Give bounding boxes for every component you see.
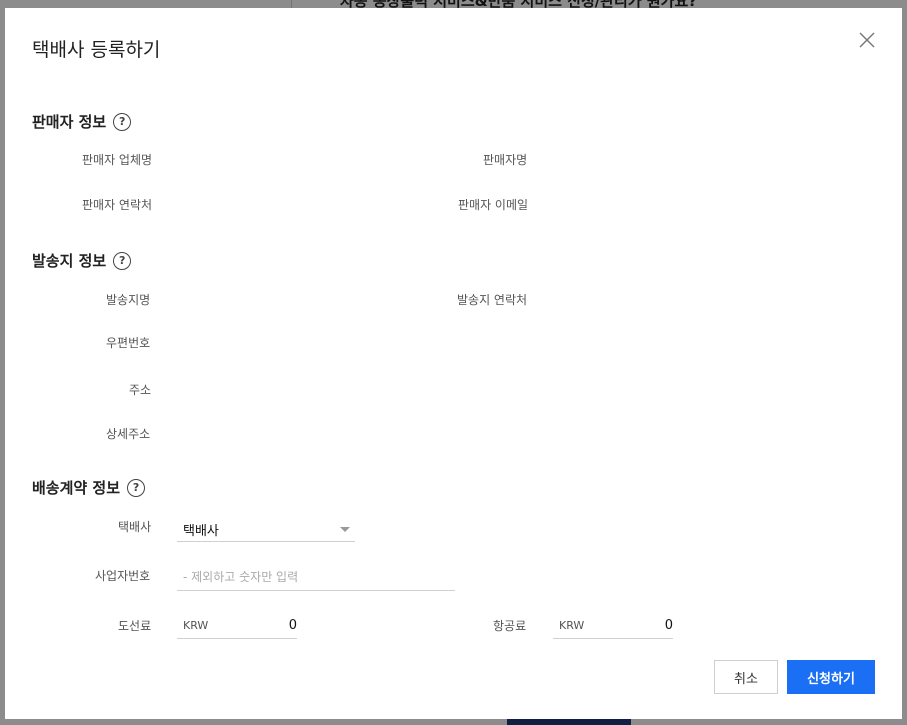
- help-icon[interactable]: ?: [127, 478, 146, 497]
- contract-section-label: 배송계약 정보: [32, 479, 121, 497]
- sender-section-title: 발송지 정보 ?: [32, 250, 132, 271]
- close-button[interactable]: [857, 30, 877, 50]
- submit-button[interactable]: 신청하기: [787, 660, 875, 694]
- label-seller-name: 판매자명: [483, 153, 528, 167]
- island-fee-input[interactable]: [227, 615, 297, 635]
- seller-section-label: 판매자 정보: [32, 113, 107, 131]
- label-business-number: 사업자번호: [95, 569, 151, 583]
- label-address: 주소: [129, 383, 152, 397]
- air-fee-input[interactable]: [603, 615, 673, 635]
- contract-section-title: 배송계약 정보 ?: [32, 477, 146, 498]
- help-icon[interactable]: ?: [113, 112, 132, 131]
- label-postal-code: 우편번호: [106, 336, 151, 350]
- air-fee-field[interactable]: KRW: [553, 611, 673, 639]
- courier-select-value: 택배사: [183, 524, 219, 539]
- label-detail-address: 상세주소: [106, 427, 151, 441]
- island-fee-unit: KRW: [183, 619, 209, 632]
- label-island-fee: 도선료: [118, 619, 152, 633]
- seller-section-title: 판매자 정보 ?: [32, 111, 132, 132]
- label-location-contact: 발송지 연락처: [457, 293, 528, 307]
- label-location-name: 발송지명: [106, 293, 151, 307]
- cancel-button[interactable]: 취소: [714, 660, 778, 694]
- chevron-down-icon: [340, 527, 350, 532]
- label-air-fee: 항공료: [493, 619, 527, 633]
- sender-section-label: 발송지 정보: [32, 252, 107, 270]
- register-courier-modal: 택배사 등록하기 판매자 정보 ? 판매자 업체명 판매자명 판매자 연락처 판…: [5, 8, 902, 719]
- label-seller-email: 판매자 이메일: [458, 198, 529, 212]
- label-company-name: 판매자 업체명: [82, 153, 153, 167]
- close-icon: [859, 32, 875, 48]
- island-fee-field[interactable]: KRW: [177, 611, 297, 639]
- label-courier: 택배사: [118, 520, 152, 534]
- business-number-input[interactable]: [177, 563, 455, 591]
- air-fee-unit: KRW: [559, 619, 585, 632]
- courier-select[interactable]: 택배사: [177, 515, 355, 542]
- modal-title: 택배사 등록하기: [32, 39, 161, 61]
- label-seller-contact: 판매자 연락처: [82, 198, 153, 212]
- help-icon[interactable]: ?: [113, 251, 132, 270]
